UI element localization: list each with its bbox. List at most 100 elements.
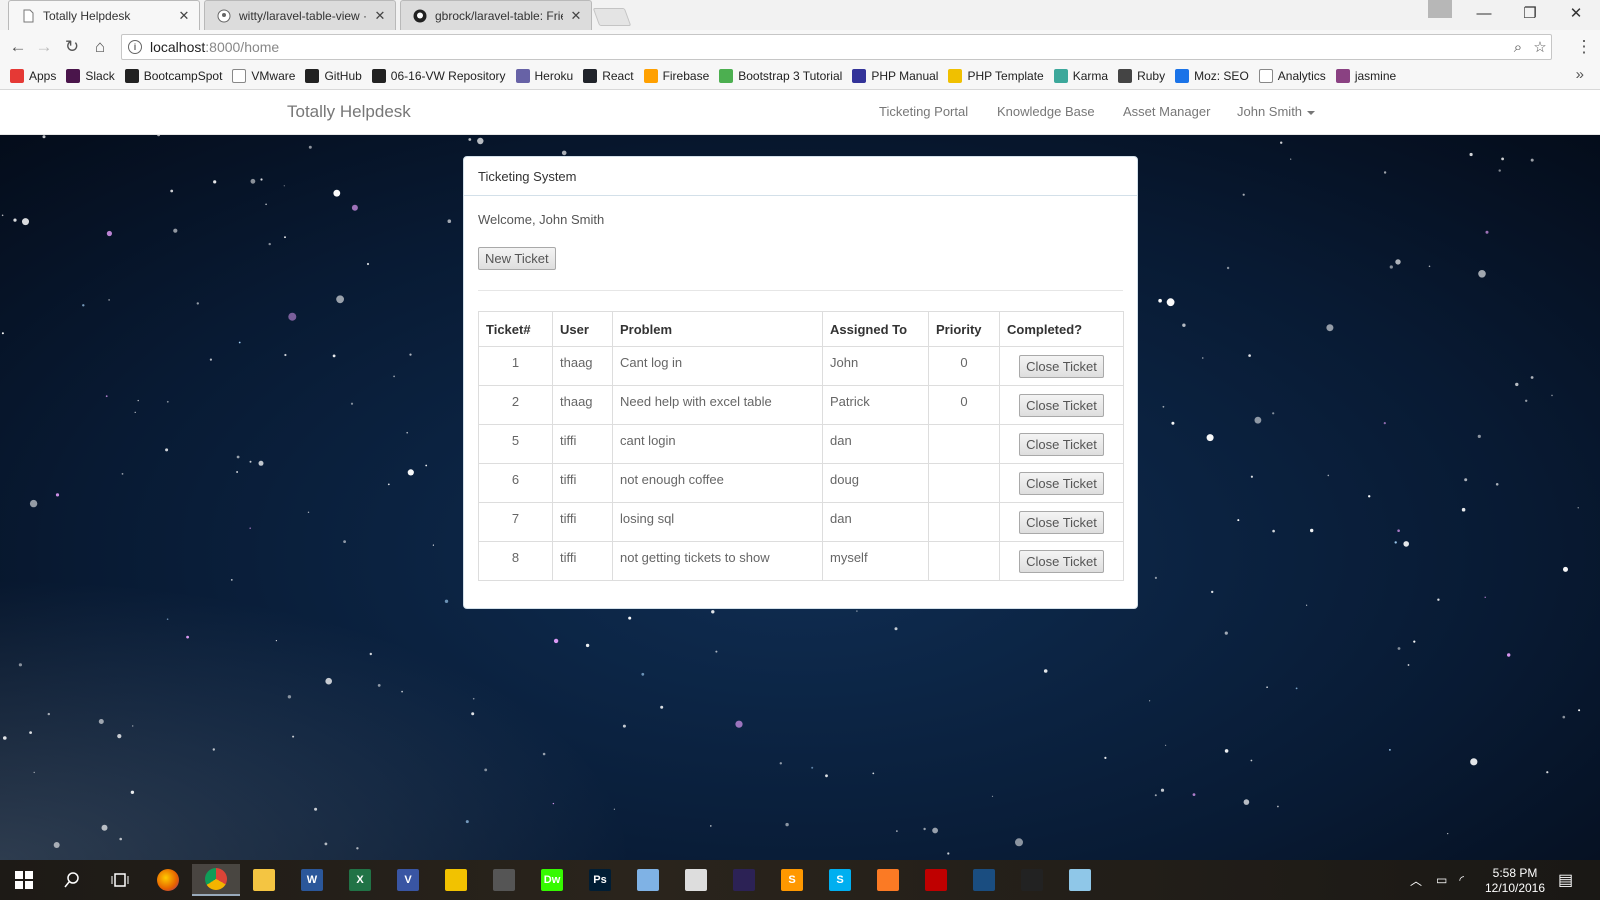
dreamweaver-icon[interactable]: Dw bbox=[528, 864, 576, 896]
bookmark-item[interactable]: Analytics bbox=[1258, 69, 1326, 83]
restore-icon[interactable]: ❐ bbox=[1508, 0, 1552, 26]
tab-totally-helpdesk[interactable]: Totally Helpdesk ✕ bbox=[8, 0, 200, 30]
close-ticket-button[interactable]: Close Ticket bbox=[1019, 510, 1104, 534]
ruby-icon bbox=[1118, 69, 1133, 83]
brand-link[interactable]: Totally Helpdesk bbox=[287, 102, 411, 122]
file-explorer-icon[interactable] bbox=[240, 864, 288, 896]
battery-icon[interactable]: ▭ bbox=[1436, 873, 1447, 887]
excel-icon[interactable]: X bbox=[336, 864, 384, 896]
star bbox=[1389, 749, 1391, 751]
star bbox=[811, 766, 814, 769]
chevron-up-icon[interactable]: ︿ bbox=[1410, 872, 1422, 889]
star bbox=[307, 511, 310, 513]
tab-title: witty/laravel-table-view · bbox=[239, 8, 367, 23]
close-ticket-button[interactable]: Close Ticket bbox=[1019, 432, 1104, 456]
bookmark-star-icon[interactable]: ☆ bbox=[1529, 38, 1551, 56]
info-icon[interactable]: i bbox=[128, 40, 142, 54]
search-icon[interactable] bbox=[48, 864, 96, 896]
chrome-glyph bbox=[205, 868, 227, 890]
bookmark-item[interactable]: 06-16-VW Repository bbox=[371, 69, 506, 83]
star bbox=[1224, 749, 1229, 753]
bookmark-item[interactable]: Ruby bbox=[1118, 69, 1165, 83]
xampp-icon[interactable] bbox=[864, 864, 912, 896]
address-bar[interactable]: i localhost:8000/home ⌕ ☆ bbox=[121, 34, 1552, 60]
reload-icon[interactable]: ↻ bbox=[60, 35, 84, 59]
bookmark-item[interactable]: VMware bbox=[232, 69, 295, 83]
bookmark-item[interactable]: Heroku bbox=[515, 69, 574, 83]
tab-witty-laravel[interactable]: witty/laravel-table-view · ✕ bbox=[204, 0, 396, 30]
close-tab-icon[interactable]: ✕ bbox=[569, 8, 583, 24]
star bbox=[1226, 266, 1230, 270]
menu-icon[interactable]: ⋮ bbox=[1572, 35, 1596, 59]
nav-knowledge-base[interactable]: Knowledge Base bbox=[997, 104, 1095, 119]
bookmark-item[interactable]: PHP Manual bbox=[852, 69, 938, 83]
home-icon[interactable]: ⌂ bbox=[88, 35, 112, 59]
close-ticket-button[interactable]: Close Ticket bbox=[1019, 393, 1104, 417]
profile-icon[interactable] bbox=[1428, 0, 1452, 18]
close-ticket-button[interactable]: Close Ticket bbox=[1019, 354, 1104, 378]
wifi-icon[interactable]: ◜ bbox=[1459, 873, 1464, 887]
bookmark-item[interactable]: jasmine bbox=[1335, 69, 1396, 83]
star bbox=[238, 341, 241, 344]
paint-icon[interactable] bbox=[624, 864, 672, 896]
url-text[interactable]: localhost:8000/home bbox=[150, 39, 1507, 55]
sublime-icon[interactable]: S bbox=[768, 864, 816, 896]
bookmark-item[interactable]: Slack bbox=[66, 69, 115, 83]
bookmarks-overflow-icon[interactable]: » bbox=[1576, 66, 1584, 83]
user-dropdown[interactable]: John Smith bbox=[1237, 104, 1316, 119]
bookmark-item[interactable]: Moz: SEO bbox=[1175, 69, 1249, 83]
close-tab-icon[interactable]: ✕ bbox=[177, 8, 191, 24]
bookmark-item[interactable]: Karma bbox=[1053, 69, 1108, 83]
star bbox=[1290, 158, 1292, 160]
table-row: 1 thaag Cant log in John 0 Close Ticket bbox=[478, 346, 1124, 386]
clock[interactable]: 5:58 PM 12/10/2016 bbox=[1480, 866, 1550, 896]
new-ticket-button[interactable]: New Ticket bbox=[478, 247, 556, 270]
tab-title: gbrock/laravel-table: Frie bbox=[435, 8, 563, 23]
ticket-assignee: Patrick bbox=[822, 385, 929, 425]
notes-icon[interactable] bbox=[1056, 864, 1104, 896]
bookmark-item[interactable]: Firebase bbox=[643, 69, 709, 83]
bookmark-item[interactable]: React bbox=[583, 69, 634, 83]
terminal-icon[interactable] bbox=[1008, 864, 1056, 896]
calculator-icon[interactable] bbox=[480, 864, 528, 896]
start-icon[interactable] bbox=[0, 864, 48, 896]
close-tab-icon[interactable]: ✕ bbox=[373, 8, 387, 24]
inkscape-icon[interactable] bbox=[672, 864, 720, 896]
bookmark-item[interactable]: Bootstrap 3 Tutorial bbox=[719, 69, 842, 83]
close-ticket-button[interactable]: Close Ticket bbox=[1019, 471, 1104, 495]
action-center-icon[interactable]: ▤ bbox=[1558, 860, 1573, 900]
minimize-icon[interactable]: — bbox=[1462, 0, 1506, 26]
bookmark-item[interactable]: Apps bbox=[10, 69, 56, 83]
star bbox=[1266, 686, 1268, 688]
nav-asset-manager[interactable]: Asset Manager bbox=[1123, 104, 1210, 119]
star bbox=[1498, 169, 1501, 172]
filezilla-icon[interactable] bbox=[912, 864, 960, 896]
mysql-icon[interactable] bbox=[960, 864, 1008, 896]
zoom-icon[interactable]: ⌕ bbox=[1507, 39, 1529, 56]
firefox-icon[interactable] bbox=[144, 864, 192, 896]
star bbox=[1507, 653, 1511, 657]
bookmark-item[interactable]: PHP Template bbox=[948, 69, 1044, 83]
task-view-icon[interactable] bbox=[96, 864, 144, 896]
close-window-icon[interactable]: ✕ bbox=[1554, 0, 1598, 26]
photoshop-icon[interactable]: Ps bbox=[576, 864, 624, 896]
star bbox=[477, 137, 484, 145]
word-icon[interactable]: W bbox=[288, 864, 336, 896]
bookmark-label: Moz: SEO bbox=[1194, 69, 1249, 83]
bookmark-item[interactable]: BootcampSpot bbox=[124, 69, 222, 83]
skype-icon[interactable]: S bbox=[816, 864, 864, 896]
nav-ticketing-portal[interactable]: Ticketing Portal bbox=[879, 104, 968, 119]
back-arrow-icon[interactable]: ← bbox=[6, 35, 30, 59]
forward-arrow-icon[interactable]: → bbox=[32, 35, 56, 59]
bookmark-item[interactable]: GitHub bbox=[305, 69, 362, 83]
eclipse-icon[interactable] bbox=[720, 864, 768, 896]
tab-gbrock-laravel[interactable]: gbrock/laravel-table: Frie ✕ bbox=[400, 0, 592, 30]
new-tab-button[interactable] bbox=[592, 8, 632, 26]
close-ticket-button[interactable]: Close Ticket bbox=[1019, 549, 1104, 573]
chrome-icon[interactable] bbox=[192, 864, 240, 896]
ticket-priority bbox=[928, 424, 1000, 464]
visio-icon[interactable]: V bbox=[384, 864, 432, 896]
sticky-app-icon[interactable] bbox=[432, 864, 480, 896]
bookmark-label: Heroku bbox=[534, 69, 574, 83]
star bbox=[1211, 590, 1214, 594]
